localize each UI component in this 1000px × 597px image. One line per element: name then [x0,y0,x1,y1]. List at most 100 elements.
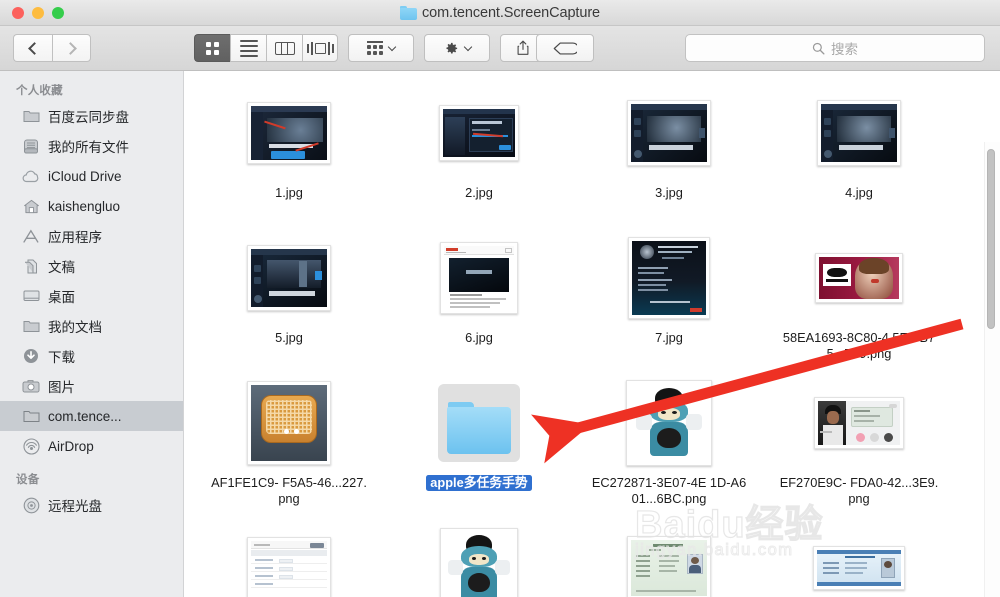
sidebar-item-my-documents[interactable]: 我的文档 [0,311,183,341]
file-thumbnail [574,377,764,469]
file-thumbnail [574,232,764,324]
sidebar-item-com-tencent[interactable]: com.tence... [0,401,183,431]
sidebar: 个人收藏 百度云同步盘 我的所有文件 iCloud Drive kaisheng… [0,71,184,597]
file-item[interactable]: 4.jpg [764,83,954,228]
arrange-button[interactable] [348,34,414,62]
sidebar-item-baidu-sync[interactable]: 百度云同步盘 [0,101,183,131]
list-view-button[interactable] [230,34,266,62]
list-icon [239,39,258,57]
sidebar-item-documents[interactable]: 文稿 [0,251,183,281]
view-mode-segmented-control [194,34,338,62]
applications-icon [22,227,40,245]
forward-button[interactable] [52,34,91,62]
tags-button[interactable] [536,34,594,62]
gallery-view-button[interactable] [302,34,338,62]
file-name: apple多任务手势 [426,475,532,491]
sidebar-item-applications[interactable]: 应用程序 [0,221,183,251]
file-thumbnail [194,232,384,324]
file-item[interactable] [384,518,574,597]
file-thumbnail [764,522,954,597]
file-item[interactable]: 58EA1693-8C80-4 5E0-B75...7F9.png [764,228,954,373]
file-thumbnail [384,232,574,324]
camera-icon [22,377,40,395]
action-group [424,34,490,62]
sidebar-item-label: 应用程序 [48,230,102,245]
selected-icon-background [438,384,520,462]
file-item[interactable]: 3.jpg [574,83,764,228]
download-icon [22,347,40,365]
folder-icon [22,407,40,425]
file-name: 6.jpg [465,330,493,345]
file-name: EF270E9C- FDA0-42...3E9.png [779,475,939,506]
file-thumbnail [194,377,384,469]
chevron-down-icon [463,42,472,51]
documents-icon [22,257,40,275]
folder-icon [22,317,40,335]
sidebar-item-label: 远程光盘 [48,499,102,514]
sidebar-item-label: 图片 [48,380,75,395]
sidebar-item-remote-disc[interactable]: 远程光盘 [0,490,183,520]
file-name: 7.jpg [655,330,683,345]
file-thumbnail [194,87,384,179]
file-item[interactable] [194,518,384,597]
sidebar-item-icloud-drive[interactable]: iCloud Drive [0,161,183,191]
sidebar-item-label: iCloud Drive [48,168,122,184]
sidebar-item-label: 我的所有文件 [48,140,129,155]
file-item[interactable]: EC272871-3E07-4E 1D-A601...6BC.png [574,373,764,518]
sidebar-item-airdrop[interactable]: AirDrop [0,431,183,461]
file-thumbnail [574,87,764,179]
file-thumbnail [384,87,574,179]
title-bar: com.tencent.ScreenCapture [0,0,1000,26]
file-item[interactable]: EF270E9C- FDA0-42...3E9.png [764,373,954,518]
sidebar-item-label: 文稿 [48,260,75,275]
file-grid-area[interactable]: 1.jpg 2.jpg 3.jpg 4.jpg 5.jpg 6.jpg 7.jp… [185,71,1000,597]
sidebar-item-all-files[interactable]: 我的所有文件 [0,131,183,161]
all-files-icon [22,137,40,155]
file-name: 2.jpg [465,185,493,200]
file-item[interactable]: 7.jpg [574,228,764,373]
sidebar-item-label: 下载 [48,350,75,365]
file-name: 3.jpg [655,185,683,200]
columns-icon [274,41,295,55]
sidebar-item-label: 百度云同步盘 [48,110,129,125]
back-button[interactable] [13,34,52,62]
grid-icon [206,41,219,55]
disc-icon [22,496,40,514]
file-thumbnail [764,377,954,469]
sidebar-item-label: com.tence... [48,408,122,424]
file-thumbnail [384,522,574,597]
file-item[interactable] [764,518,954,597]
folder-thumbnail [384,377,574,469]
file-name: EC272871-3E07-4E 1D-A601...6BC.png [591,475,747,506]
file-item[interactable]: 2.jpg [384,83,574,228]
chevron-right-icon [63,41,77,55]
file-item[interactable] [574,518,764,597]
folder-icon [447,402,511,454]
search-placeholder: 搜索 [831,42,858,57]
sidebar-item-home[interactable]: kaishengluo [0,191,183,221]
sidebar-item-label: AirDrop [48,438,94,454]
finder-window: com.tencent.ScreenCapture 搜索 个人收藏 百度云同步盘… [0,0,1000,597]
search-field[interactable]: 搜索 [685,34,985,62]
file-item[interactable]: AF1FE1C9- F5A5-46...227.png [194,373,384,518]
column-view-button[interactable] [266,34,302,62]
file-grid: 1.jpg 2.jpg 3.jpg 4.jpg 5.jpg 6.jpg 7.jp… [185,71,1000,597]
file-item[interactable]: 6.jpg [384,228,574,373]
sidebar-item-pictures[interactable]: 图片 [0,371,183,401]
share-icon [517,40,529,55]
tag-group [536,34,594,62]
toolbar: 搜索 [0,26,1000,71]
file-item[interactable]: 5.jpg [194,228,384,373]
file-item[interactable]: 1.jpg [194,83,384,228]
arrange-group [348,34,414,62]
sidebar-item-desktop[interactable]: 桌面 [0,281,183,311]
sidebar-item-label: kaishengluo [48,198,121,214]
file-name: 4.jpg [845,185,873,200]
file-item-selected[interactable]: apple多任务手势 [384,373,574,518]
folder-icon [22,107,40,125]
sidebar-item-downloads[interactable]: 下载 [0,341,183,371]
icon-view-button[interactable] [194,34,230,62]
desktop-icon [22,287,40,305]
action-menu-button[interactable] [424,34,490,62]
file-thumbnail [194,522,384,597]
